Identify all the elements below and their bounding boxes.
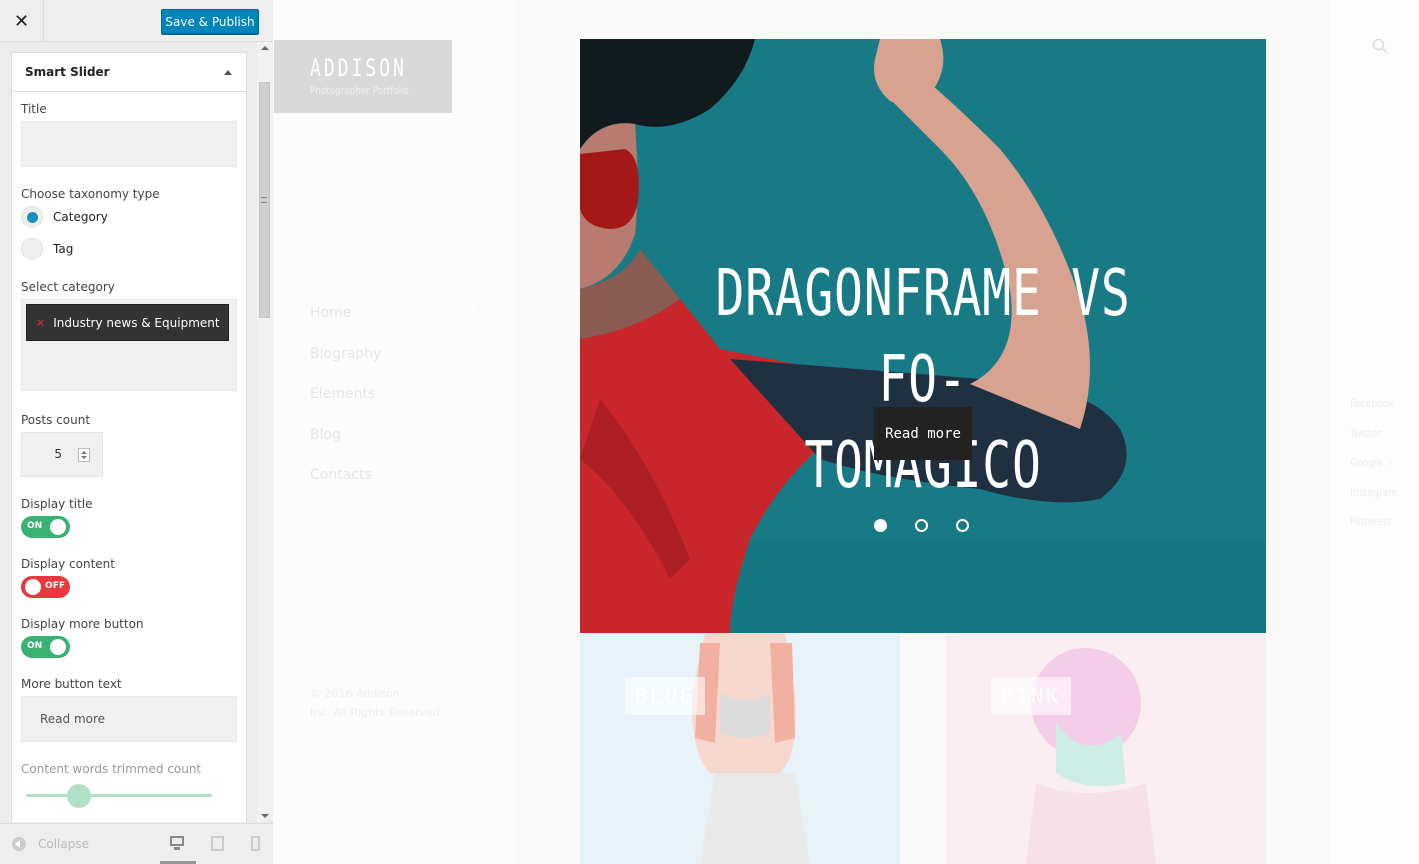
search-icon[interactable]	[1372, 38, 1388, 54]
hero-read-more-button[interactable]: Read more	[874, 407, 972, 460]
category-select[interactable]: × Industry news & Equipment	[21, 299, 237, 391]
panel-footer: Collapse	[0, 823, 273, 864]
posts-count-stepper[interactable]: 5	[21, 432, 103, 477]
social-link-google[interactable]: Google +	[1350, 456, 1401, 486]
site-preview: ADDISON Photographer Portfolio Home › Bi…	[274, 0, 1419, 864]
toggle-state: ON	[27, 521, 43, 531]
chevron-right-icon: ›	[476, 305, 480, 315]
logo-title: ADDISON	[310, 54, 407, 82]
panel-scrollbar[interactable]	[257, 42, 273, 822]
social-link-pinterest[interactable]: Pinterest	[1350, 515, 1401, 545]
select-category-label: Select category	[21, 280, 115, 294]
copyright-line: Inc. All Rights Reserved	[310, 706, 440, 719]
copyright-line: © 2016 Addison.	[310, 687, 404, 700]
slider-track	[26, 794, 212, 797]
toggle-state: OFF	[45, 581, 65, 591]
hero-slider: DRAGONFRAME VS FO- TOMAGICO Read more	[580, 39, 1266, 633]
title-label: Title	[21, 102, 47, 116]
scroll-down-icon[interactable]	[261, 814, 269, 818]
section-header[interactable]: Smart Slider	[11, 52, 247, 92]
social-link-twitter[interactable]: Twitter	[1350, 427, 1401, 457]
section-body: Title Choose taxonomy type Category Tag …	[11, 92, 247, 822]
section-title: Smart Slider	[25, 65, 110, 79]
slider-dot[interactable]	[915, 519, 928, 532]
slider-dot-active[interactable]	[874, 519, 887, 532]
title-input[interactable]	[21, 121, 237, 167]
radio-button[interactable]	[21, 238, 43, 260]
trim-slider[interactable]	[21, 781, 237, 811]
collapse-caret-icon[interactable]	[224, 69, 232, 75]
nav-label: Home	[310, 305, 352, 321]
taxonomy-label: Choose taxonomy type	[21, 187, 160, 201]
controls-scroll-area: Smart Slider Title Choose taxonomy type …	[11, 52, 247, 822]
collapse-arrow-icon	[12, 837, 26, 851]
radio-category[interactable]: Category	[21, 206, 237, 228]
nav-item-blog[interactable]: Blog ›	[310, 427, 480, 468]
nav-item-elements[interactable]: Elements	[310, 386, 480, 427]
portfolio-card-pink[interactable]: PINK	[946, 633, 1266, 864]
grip-icon	[261, 197, 267, 203]
slider-dots	[874, 519, 969, 532]
social-links: Facebook Twitter Google + Instagram Pint…	[1350, 397, 1410, 545]
radio-label: Category	[53, 210, 108, 224]
tablet-preview-icon[interactable]	[209, 836, 227, 852]
more-text-label: More button text	[21, 677, 122, 691]
collapse-label: Collapse	[38, 837, 89, 851]
hero-title-line: DRAGONFRAME VS FO-	[715, 257, 1131, 417]
panel-header: ✕ Save & Publish	[0, 0, 273, 42]
display-more-label: Display more button	[21, 617, 144, 631]
nav-label: Elements	[310, 386, 376, 402]
hero-title: DRAGONFRAME VS FO- TOMAGICO	[666, 251, 1181, 509]
posts-count-value: 5	[54, 447, 62, 461]
portfolio-card-blue[interactable]: BLUE	[580, 633, 900, 864]
more-text-input[interactable]: Read more	[21, 696, 237, 742]
card-label: PINK	[991, 677, 1072, 715]
toggle-knob	[50, 639, 66, 655]
card-photo	[580, 633, 900, 864]
card-photo	[946, 633, 1266, 864]
desktop-preview-icon[interactable]	[168, 836, 186, 852]
nav-label: Blog	[310, 426, 341, 443]
toggle-state: ON	[27, 641, 43, 651]
nav-label: Contacts	[310, 467, 372, 483]
toggle-knob	[25, 579, 41, 595]
radio-button-checked[interactable]	[21, 206, 43, 228]
nav-label: Biography	[310, 345, 382, 362]
posts-count-label: Posts count	[21, 413, 91, 427]
radio-tag[interactable]: Tag	[21, 238, 237, 260]
copyright: © 2016 Addison. Inc. All Rights Reserved	[310, 684, 440, 722]
display-content-label: Display content	[21, 557, 115, 571]
logo-subtitle: Photographer Portfolio	[310, 84, 409, 97]
toggle-knob	[50, 519, 66, 535]
nav-item-home[interactable]: Home ›	[310, 305, 480, 346]
remove-icon[interactable]: ×	[36, 316, 45, 329]
close-button[interactable]: ✕	[0, 0, 44, 42]
trim-label: Content words trimmed count	[21, 762, 202, 776]
save-publish-button[interactable]: Save & Publish	[161, 9, 259, 34]
social-link-facebook[interactable]: Facebook	[1350, 397, 1401, 427]
radio-label: Tag	[53, 242, 74, 256]
chevron-right-icon: ›	[476, 426, 480, 437]
collapse-button[interactable]: Collapse	[12, 837, 89, 851]
site-logo[interactable]: ADDISON Photographer Portfolio	[274, 40, 452, 113]
site-nav: Home › Biography Elements Blog › Contact…	[310, 305, 480, 508]
card-label: BLUE	[625, 677, 706, 715]
nav-item-contacts[interactable]: Contacts	[310, 467, 480, 508]
close-icon: ✕	[13, 10, 30, 32]
scroll-up-icon[interactable]	[261, 46, 269, 50]
category-chip: × Industry news & Equipment	[26, 304, 229, 341]
slider-handle[interactable]	[67, 784, 91, 808]
mobile-preview-icon[interactable]	[248, 836, 266, 852]
customizer-panel: ✕ Save & Publish Smart Slider Title Choo…	[0, 0, 273, 864]
display-more-toggle[interactable]: ON	[21, 636, 70, 658]
chip-label: Industry news & Equipment	[53, 315, 220, 330]
display-title-toggle[interactable]: ON	[21, 516, 70, 538]
display-title-label: Display title	[21, 497, 93, 511]
spinner-icon[interactable]	[78, 448, 90, 462]
slider-dot[interactable]	[956, 519, 969, 532]
social-link-instagram[interactable]: Instagram	[1350, 486, 1401, 516]
nav-item-biography[interactable]: Biography	[310, 346, 480, 387]
display-content-toggle[interactable]: OFF	[21, 576, 70, 598]
